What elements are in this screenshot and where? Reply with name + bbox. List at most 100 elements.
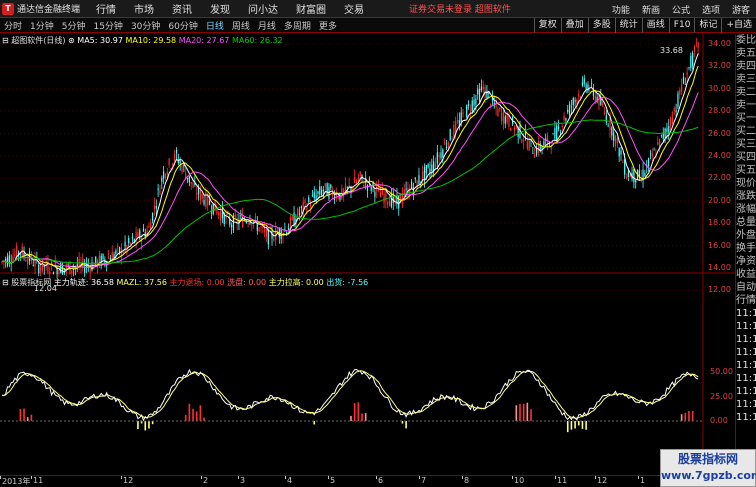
indicator-settings-icon[interactable]: ⊟ — [2, 278, 9, 287]
side-panel-item[interactable]: 外盘 — [736, 229, 756, 242]
multi-stock-button[interactable]: 多股 — [587, 18, 615, 33]
side-panel-item[interactable]: 11:15 — [736, 385, 756, 398]
period-5min[interactable]: 5分钟 — [58, 19, 90, 32]
indicator-up-bar — [530, 409, 532, 421]
period-daily[interactable]: 日线 — [202, 19, 228, 32]
period-weekly[interactable]: 周线 — [228, 19, 254, 32]
candle-body — [122, 252, 124, 254]
candle-body — [467, 104, 470, 106]
menu-item-quotes[interactable]: 行情 — [87, 1, 125, 16]
side-panel-item[interactable]: 买五 — [736, 164, 756, 177]
candle-body — [647, 158, 650, 166]
side-panel-item[interactable]: 换手 — [736, 242, 756, 255]
side-panel-item[interactable]: 自动 — [736, 281, 756, 294]
period-intraday[interactable]: 分时 — [0, 19, 26, 32]
login-notice[interactable]: 证券交易未登录 超图软件 — [409, 2, 511, 15]
candle-body — [411, 181, 413, 189]
side-panel-item[interactable]: 买四 — [736, 151, 756, 164]
side-panel-item[interactable]: 总量 — [736, 216, 756, 229]
overlay-button[interactable]: 叠加 — [560, 18, 588, 33]
side-panel-item[interactable]: 11:1 — [736, 411, 756, 424]
candle-body — [240, 215, 242, 217]
side-panel-item[interactable]: 委比 — [736, 34, 756, 47]
menu-item-ask[interactable]: 问小达 — [239, 1, 287, 16]
candle-body — [475, 98, 477, 105]
candle-body — [603, 111, 606, 114]
candle-body — [423, 167, 426, 181]
side-panel-item[interactable]: 涨跌 — [736, 190, 756, 203]
menu-item-formula[interactable]: 公式 — [666, 3, 696, 16]
candle-body — [39, 267, 42, 271]
candle-body — [205, 192, 207, 208]
f10-button[interactable]: F10 — [668, 18, 695, 33]
menu-item-news[interactable]: 资讯 — [163, 1, 201, 16]
menu-item-market[interactable]: 市场 — [125, 1, 163, 16]
indicator-down-bar — [313, 421, 316, 425]
ma-settings-icon[interactable]: ⊟ — [2, 36, 9, 45]
candle-body — [321, 189, 323, 196]
title-bar: T 通达信金融终端 行情 市场 资讯 发现 问小达 财富圈 交易 证券交易未登录… — [0, 0, 756, 18]
side-panel-item[interactable]: 卖二 — [736, 86, 756, 99]
side-panel-item[interactable]: 净资 — [736, 255, 756, 268]
price-axis-label: 34.00 — [708, 39, 731, 48]
candle-body — [627, 171, 629, 178]
side-panel-item[interactable]: 涨幅 — [736, 203, 756, 216]
side-panel-item[interactable]: 买一 — [736, 112, 756, 125]
side-panel-item[interactable]: 现价 — [736, 177, 756, 190]
menu-item-wealth[interactable]: 财富圈 — [287, 1, 335, 16]
period-30min[interactable]: 30分钟 — [127, 19, 164, 32]
side-panel-item[interactable]: 收益 — [736, 268, 756, 281]
side-panel-item[interactable]: 行情 — [736, 294, 756, 307]
side-panel-item[interactable]: 11:15 — [736, 398, 756, 411]
time-axis-label: 12 — [123, 476, 134, 485]
side-panel-item[interactable]: 11:15 — [736, 372, 756, 385]
statistics-button[interactable]: 统计 — [614, 18, 642, 33]
settings-icon[interactable]: ⊛ — [68, 36, 75, 45]
candle-body — [581, 82, 584, 86]
side-panel-item[interactable]: 11:15 — [736, 320, 756, 333]
side-panel-item[interactable]: 11:15 — [736, 346, 756, 359]
candle-body — [298, 212, 301, 215]
menu-item-options[interactable]: 选项 — [696, 3, 726, 16]
period-15min[interactable]: 15分钟 — [89, 19, 126, 32]
candle-body — [394, 196, 396, 202]
side-panel-item[interactable]: 11:15 — [736, 307, 756, 320]
menu-item-guest[interactable]: 游客 — [726, 3, 756, 16]
candle-body — [179, 160, 181, 164]
menu-item-function[interactable]: 功能 — [606, 3, 636, 16]
side-panel-item[interactable]: 卖五 — [736, 47, 756, 60]
period-more[interactable]: 更多 — [315, 19, 341, 32]
kline-chart[interactable] — [0, 33, 735, 475]
menu-item-discover[interactable]: 发现 — [201, 1, 239, 16]
side-panel-item[interactable]: 卖四 — [736, 60, 756, 73]
candle-body — [442, 149, 444, 157]
candle-body — [309, 204, 312, 208]
period-60min[interactable]: 60分钟 — [164, 19, 201, 32]
period-multi[interactable]: 多周期 — [280, 19, 315, 32]
side-panel-item[interactable]: 卖一 — [736, 99, 756, 112]
high-price-label: 33.68 — [660, 46, 683, 55]
time-axis-label: 12 — [597, 476, 608, 485]
period-monthly[interactable]: 月线 — [254, 19, 280, 32]
candle-body — [6, 256, 9, 266]
candle-body — [686, 72, 688, 76]
right-menu: 功能 新画 公式 选项 游客 — [606, 0, 756, 18]
side-panel-item[interactable]: 11:15 — [736, 333, 756, 346]
period-1min[interactable]: 1分钟 — [26, 19, 58, 32]
time-axis-label: 11 — [33, 476, 44, 485]
mark-button[interactable]: 标记 — [694, 18, 721, 33]
indicator-up-bar — [519, 403, 521, 421]
add-favorite-button[interactable]: +自选 — [721, 18, 756, 33]
side-panel-item[interactable]: 买二 — [736, 125, 756, 138]
candle-body — [499, 107, 501, 110]
candle-body — [556, 125, 558, 141]
side-panel-item[interactable]: 买三 — [736, 138, 756, 151]
candle-body — [363, 184, 365, 187]
side-panel-item[interactable]: 卖三 — [736, 73, 756, 86]
draw-line-button[interactable]: 画线 — [641, 18, 669, 33]
side-panel-item[interactable]: 11:15 — [736, 359, 756, 372]
menu-item-trade[interactable]: 交易 — [335, 1, 373, 16]
menu-item-new[interactable]: 新画 — [636, 3, 666, 16]
candle-body — [664, 128, 666, 137]
restore-rights-button[interactable]: 复权 — [533, 18, 561, 33]
